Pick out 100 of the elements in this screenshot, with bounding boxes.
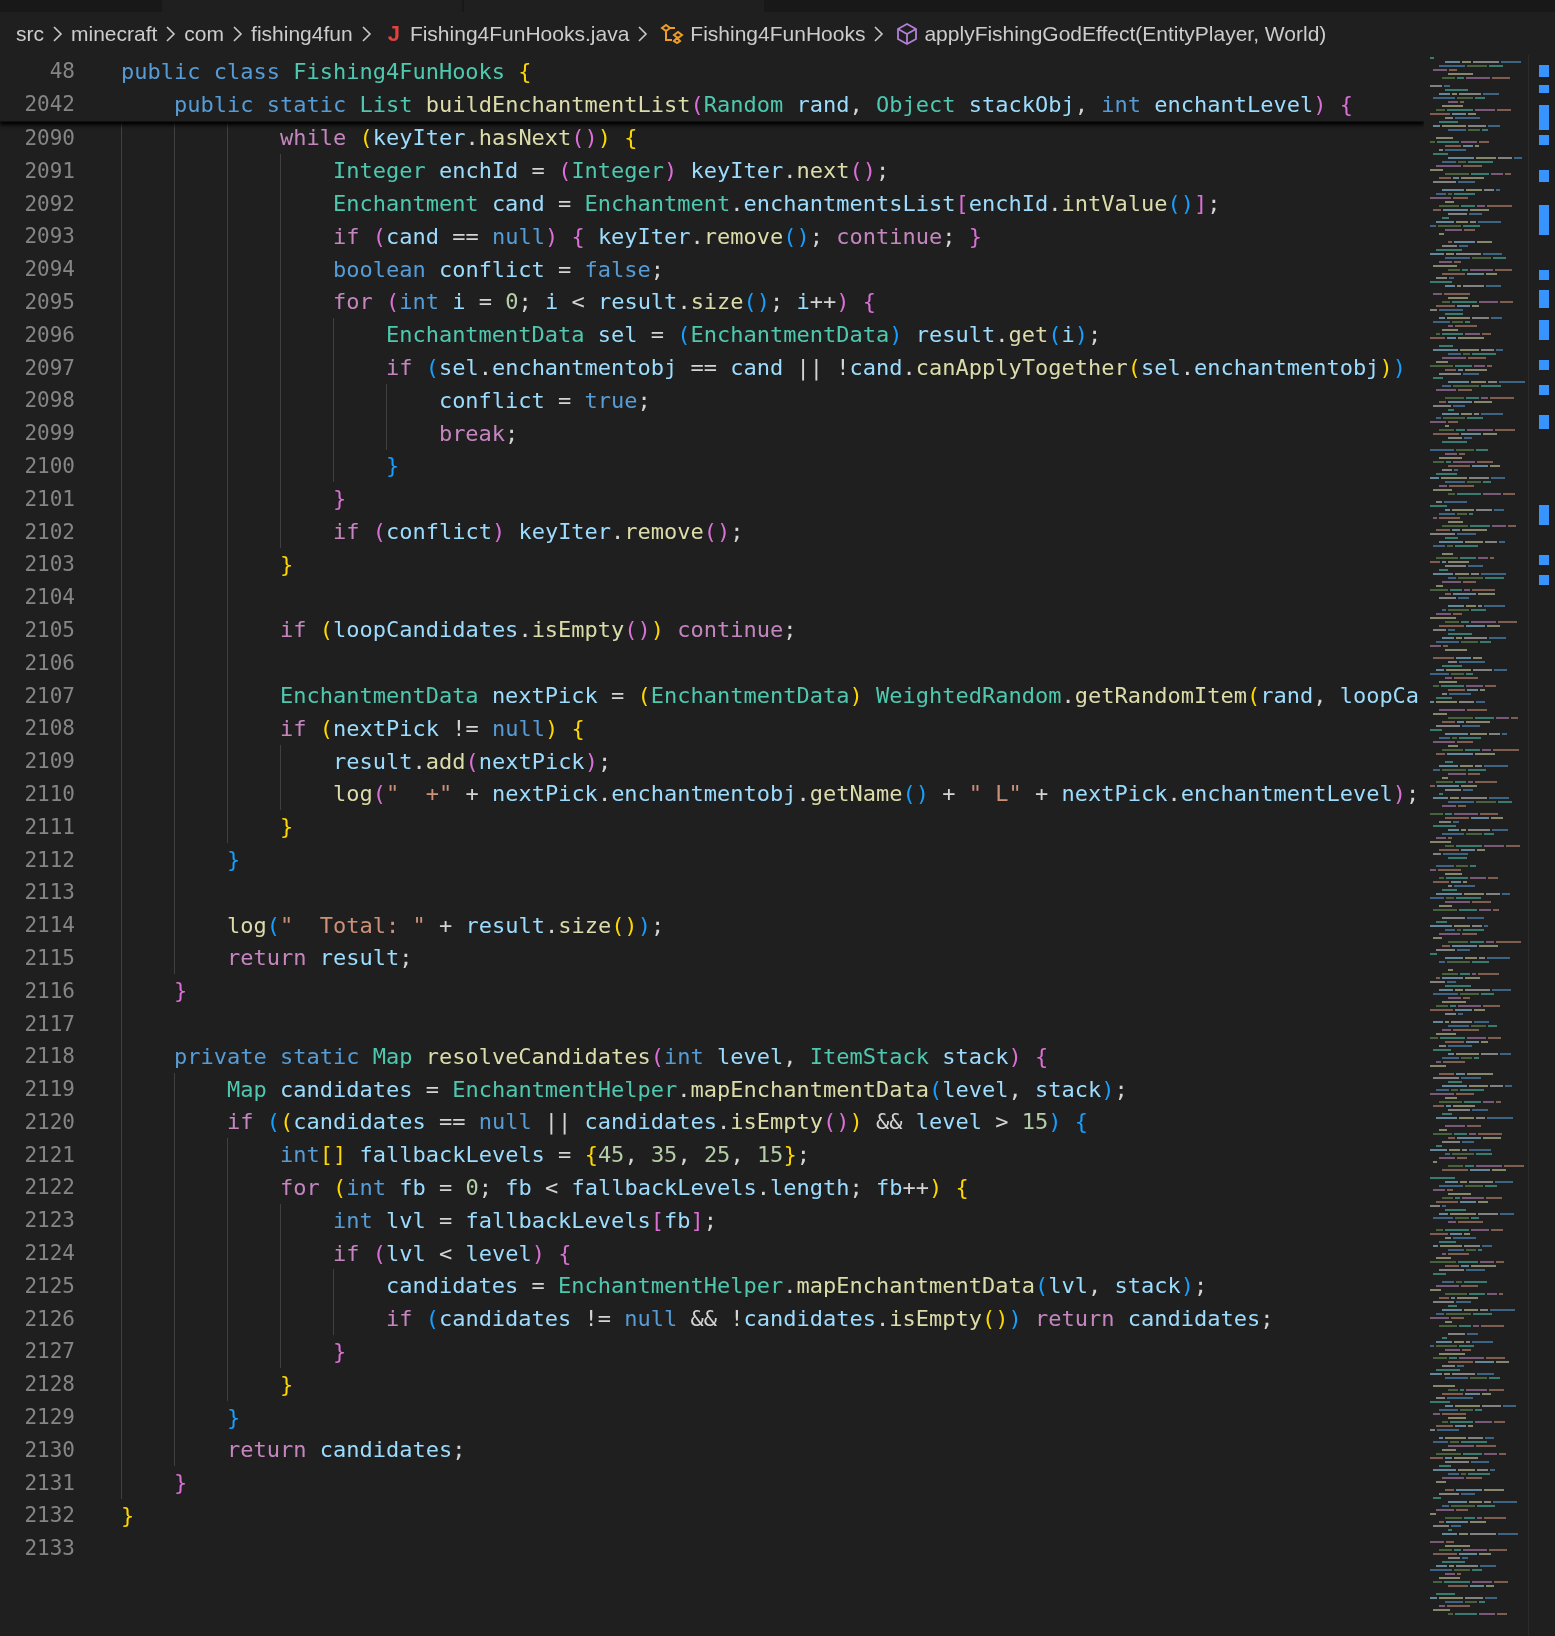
line-number: 2120 bbox=[23, 1109, 75, 1134]
line-number: 2118 bbox=[23, 1044, 75, 1069]
line-number: 2094 bbox=[23, 257, 75, 282]
code-line: for (int i = 0; i < result.size(); i++) { bbox=[331, 289, 877, 315]
code-line: int lvl = fallbackLevels[fb]; bbox=[331, 1207, 718, 1233]
chevron-icon bbox=[232, 24, 244, 43]
line-number: 2091 bbox=[23, 158, 75, 183]
code-line: if (conflict) keyIter.remove(); bbox=[331, 519, 744, 545]
line-number: 2123 bbox=[23, 1208, 75, 1233]
code-line: } bbox=[384, 453, 400, 479]
line-number: 2117 bbox=[23, 1011, 75, 1036]
line-number: 2133 bbox=[23, 1536, 75, 1561]
line-number: 2096 bbox=[23, 322, 75, 347]
line-number: 2132 bbox=[23, 1503, 75, 1528]
line-number: 2100 bbox=[23, 453, 75, 478]
line-number: 2095 bbox=[23, 289, 75, 314]
breadcrumb-item[interactable]: Fishing4FunHooks bbox=[690, 21, 866, 46]
code-line: Integer enchId = (Integer) keyIter.next(); bbox=[331, 158, 890, 184]
code-line: int[] fallbackLevels = {45, 35, 25, 15}; bbox=[278, 1142, 810, 1168]
breadcrumb-item[interactable]: com bbox=[184, 21, 225, 46]
breadcrumb-item[interactable]: src bbox=[16, 21, 44, 46]
line-number: 2110 bbox=[23, 781, 75, 806]
line-number: 2122 bbox=[23, 1175, 75, 1200]
line-number: 2097 bbox=[23, 355, 75, 380]
line-number: 2128 bbox=[23, 1372, 75, 1397]
breadcrumb-item[interactable]: applyFishingGodEffect(EntityPlayer, World) bbox=[924, 21, 1327, 46]
class-symbol-icon bbox=[660, 23, 685, 44]
line-number: 2114 bbox=[23, 913, 75, 938]
line-number: 2092 bbox=[23, 191, 75, 216]
code-line: Enchantment cand = Enchantment.enchantmentsList[enchId.intValue()]; bbox=[331, 191, 1221, 217]
cube-icon bbox=[896, 21, 919, 46]
code-line: if (nextPick != null) { bbox=[278, 715, 585, 741]
code-line: private static Map resolveCandidates(int level, ItemStack stack) { bbox=[172, 1043, 1049, 1069]
line-number: 2113 bbox=[23, 880, 75, 905]
code-line: log(" Total: " + result.size()); bbox=[225, 912, 665, 938]
line-number: 2108 bbox=[23, 716, 75, 741]
java-file-icon: J bbox=[387, 20, 400, 47]
code-line: log(" +" + nextPick.enchantmentobj.getName() + " L" + nextPick.enchantmentLevel); bbox=[331, 781, 1420, 807]
line-number: 2125 bbox=[23, 1273, 75, 1298]
line-number: 2103 bbox=[23, 552, 75, 577]
line-number: 2101 bbox=[23, 486, 75, 511]
code-line: } bbox=[278, 1371, 294, 1397]
line-number: 2093 bbox=[23, 224, 75, 249]
line-number: 2124 bbox=[23, 1241, 75, 1266]
code-line: } bbox=[172, 978, 188, 1004]
line-number: 2090 bbox=[23, 126, 75, 150]
code-line: break; bbox=[437, 420, 519, 446]
chevron-icon bbox=[360, 24, 372, 43]
line-number: 2131 bbox=[23, 1470, 75, 1495]
code-line: } bbox=[278, 814, 294, 840]
code-line: Map candidates = EnchantmentHelper.mapEnchantmentData(level, stack); bbox=[225, 1076, 1128, 1102]
line-number: 2105 bbox=[23, 617, 75, 642]
line-number: 2107 bbox=[23, 683, 75, 708]
line-number: 2102 bbox=[23, 519, 75, 544]
code-line: conflict = true; bbox=[437, 387, 651, 413]
code-line: if (cand == null) { keyIter.remove(); continue; } bbox=[331, 223, 983, 249]
code-line: } bbox=[225, 847, 241, 872]
code-line: public class Fishing4FunHooks { bbox=[121, 58, 532, 84]
line-number: 2127 bbox=[23, 1339, 75, 1364]
line-number: 2130 bbox=[23, 1437, 75, 1462]
breadcrumb-item[interactable]: minecraft bbox=[71, 21, 158, 46]
line-number: 2121 bbox=[23, 1142, 75, 1167]
line-number: 2126 bbox=[23, 1306, 75, 1331]
line-number: 2115 bbox=[23, 945, 75, 970]
code-line: EnchantmentData nextPick = (EnchantmentData) WeightedRandom.getRandomItem(rand, loopCa bbox=[278, 683, 1420, 709]
chevron-icon bbox=[165, 24, 177, 43]
line-number: 2109 bbox=[23, 749, 75, 774]
code-line: if (loopCandidates.isEmpty()) continue; bbox=[278, 617, 797, 643]
line-number: 2112 bbox=[23, 847, 75, 872]
code-line: boolean conflict = false; bbox=[331, 256, 665, 282]
line-number: 2129 bbox=[23, 1405, 75, 1430]
line-number: 2099 bbox=[23, 421, 75, 446]
line-number: 2116 bbox=[23, 978, 75, 1003]
line-number: 48 bbox=[48, 59, 75, 84]
line-number: 2106 bbox=[23, 650, 75, 675]
code-line: if (candidates != null && !candidates.isEmpty()) return candidates; bbox=[384, 1306, 1274, 1332]
code-line: candidates = EnchantmentHelper.mapEnchantmentData(lvl, stack); bbox=[384, 1273, 1208, 1299]
code-line: for (int fb = 0; fb < fallbackLevels.length; fb++) { bbox=[278, 1175, 969, 1200]
code-line: if ((candidates == null || candidates.isEmpty()) && level > 15) { bbox=[225, 1109, 1088, 1135]
line-number: 2111 bbox=[23, 814, 75, 839]
chevron-icon bbox=[52, 24, 63, 43]
code-line: EnchantmentData sel = (EnchantmentData) result.get(i); bbox=[384, 322, 1102, 348]
chevron-icon bbox=[637, 24, 649, 43]
chevron-icon bbox=[873, 24, 885, 43]
line-number: 2104 bbox=[23, 585, 75, 610]
code-line: public static List buildEnchantmentList(Random rand, Object stackObj, int enchantLevel) { bbox=[172, 91, 1353, 117]
code-line: if (sel.enchantmentobj == cand || !cand.canApplyTogether(sel.enchantmentobj)) bbox=[384, 355, 1406, 381]
line-number: 2042 bbox=[23, 92, 75, 117]
breadcrumb-item[interactable]: fishing4fun bbox=[251, 21, 353, 46]
code-line: while (keyIter.hasNext()) { bbox=[278, 125, 638, 151]
line-number: 2119 bbox=[23, 1077, 75, 1102]
code-line: } bbox=[172, 1470, 188, 1496]
code-line: result.add(nextPick); bbox=[331, 748, 612, 774]
code-line: return result; bbox=[225, 945, 413, 971]
code-line: } bbox=[331, 1338, 347, 1364]
code-line: } bbox=[331, 486, 347, 512]
code-line: return candidates; bbox=[225, 1437, 466, 1463]
line-number: 2098 bbox=[23, 388, 75, 413]
code-line: } bbox=[225, 1404, 241, 1430]
breadcrumb-item[interactable]: Fishing4FunHooks.java bbox=[409, 21, 630, 46]
